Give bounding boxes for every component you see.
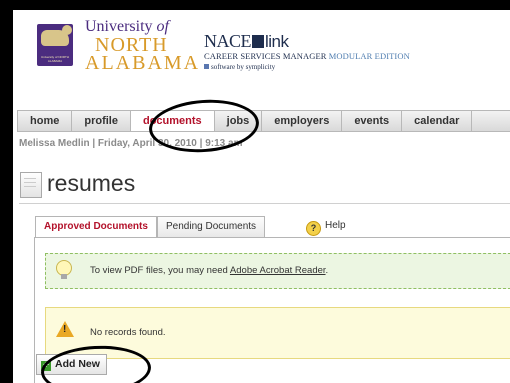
university-line1: University	[85, 18, 153, 35]
help-link[interactable]: ? Help	[306, 217, 346, 236]
nace-powered: software by symplicity	[211, 63, 276, 71]
university-wordmark: University of NORTH ALABAMA	[85, 18, 201, 74]
nace-edition: MODULAR EDITION	[328, 51, 410, 61]
header: University of NORTH ALABAMA University o…	[13, 10, 510, 98]
nacelink-logo: NACE link CAREER SERVICES MANAGER MODULAR…	[204, 31, 410, 71]
document-icon	[20, 172, 42, 198]
tab-pending-documents[interactable]: Pending Documents	[157, 216, 266, 237]
acrobat-reader-link[interactable]: Adobe Acrobat Reader	[230, 265, 326, 276]
university-crest-logo: University of NORTH ALABAMA	[37, 24, 73, 66]
nav-employers[interactable]: employers	[262, 111, 343, 131]
info-suffix: .	[325, 265, 329, 276]
university-line3: ALABAMA	[85, 52, 201, 74]
nace-brand-b: link	[265, 32, 289, 51]
university-of: of	[156, 18, 169, 35]
nace-sub: CAREER SERVICES MANAGER	[204, 51, 327, 61]
page-title: resumes	[47, 170, 136, 196]
nacelink-mark-icon	[252, 35, 264, 48]
lion-icon	[41, 25, 72, 46]
title-divider	[19, 203, 510, 204]
main-nav: home profile documents jobs employers ev…	[17, 110, 510, 132]
logo-mini-text: University of NORTH ALABAMA	[41, 55, 69, 63]
nace-brand-a: NACE	[204, 31, 252, 51]
warning-icon	[56, 321, 74, 337]
lightbulb-icon	[56, 260, 72, 279]
tab-approved-documents[interactable]: Approved Documents	[35, 216, 157, 238]
info-prefix: To view PDF files, you may need	[90, 265, 230, 276]
info-message: To view PDF files, you may need Adobe Ac…	[45, 253, 510, 289]
nav-home[interactable]: home	[18, 111, 73, 131]
symplicity-square-icon	[204, 64, 209, 69]
no-records-text: No records found.	[90, 327, 166, 338]
page: University of NORTH ALABAMA University o…	[13, 10, 510, 383]
help-icon: ?	[306, 221, 321, 236]
nav-profile[interactable]: profile	[72, 111, 131, 131]
nav-events[interactable]: events	[342, 111, 403, 131]
nav-calendar[interactable]: calendar	[402, 111, 473, 131]
help-label: Help	[325, 220, 346, 231]
